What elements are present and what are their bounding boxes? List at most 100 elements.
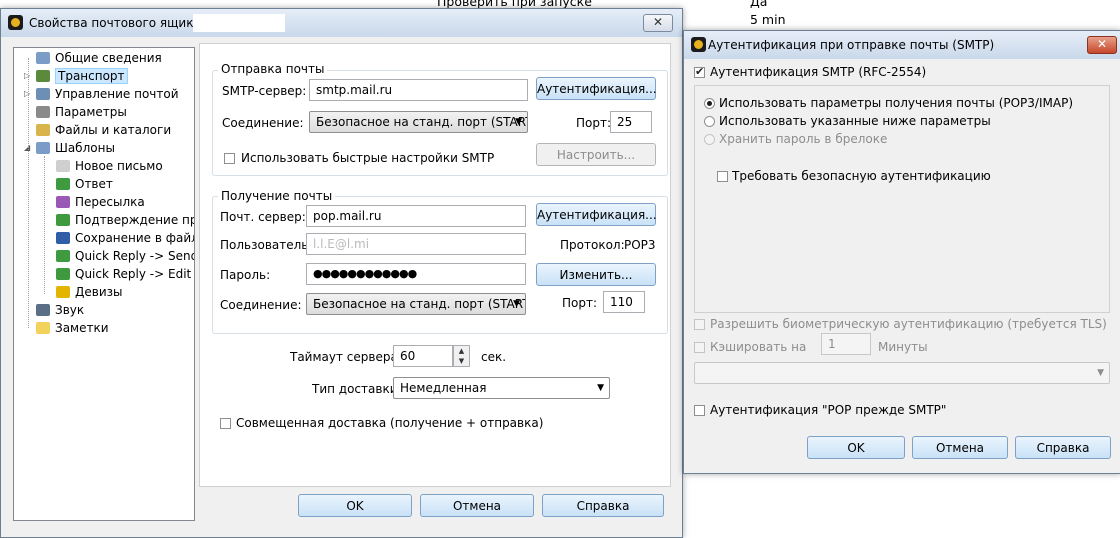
biometric-checkbox[interactable] [694, 319, 705, 330]
receive-connection-value: Безопасное на станд. порт (STARTT [313, 297, 526, 311]
tree-item[interactable]: Пересылка [56, 193, 145, 211]
auth-titlebar: Аутентификация при отправке почты (SMTP)… [684, 31, 1120, 59]
smtp-auth-button[interactable]: Аутентификация... [536, 77, 657, 100]
mail-server-input[interactable]: pop.mail.ru [306, 205, 526, 227]
chevron-down-icon: ▼ [513, 299, 520, 309]
new-letter-icon [56, 160, 70, 172]
tree-item[interactable]: Девизы [56, 283, 122, 301]
use-receive-params-label: Использовать параметры получения почты (… [719, 96, 1073, 110]
cancel-button[interactable]: Отмена [420, 494, 534, 517]
templates-icon [36, 142, 50, 154]
settings-tree: Общие сведения ▷ Транспорт ▷ Управление почт… [13, 47, 195, 521]
password-label: Пароль: [220, 268, 271, 282]
cache-checkbox[interactable] [694, 342, 705, 353]
user-input[interactable]: l.l.E@l.mi [306, 233, 526, 255]
tree-item[interactable]: Подтверждение проч [56, 211, 194, 229]
receive-port-input[interactable]: 110 [603, 291, 645, 313]
tree-item-label: Шаблоны [55, 141, 115, 155]
smtp-auth-checkbox[interactable] [694, 65, 705, 78]
receipt-icon [56, 214, 70, 226]
tree-item-label: Сохранение в файл [75, 231, 195, 245]
send-port-input[interactable]: 25 [610, 111, 652, 133]
change-password-button[interactable]: Изменить... [536, 263, 656, 286]
tree-item[interactable]: Параметры [36, 103, 127, 121]
smtp-server-input[interactable]: smtp.mail.ru [309, 79, 528, 101]
info-icon [36, 52, 50, 64]
biometric-label: Разрешить биометрическую аутентификацию … [710, 317, 1107, 331]
tree-item[interactable]: Транспорт [36, 67, 128, 85]
auth-title: Аутентификация при отправке почты (SMTP) [708, 38, 995, 52]
tree-item[interactable]: Ответ [56, 175, 113, 193]
quick-reply-edit-icon [56, 268, 70, 280]
secure-auth-checkbox[interactable] [717, 171, 728, 182]
tree-item-label: Новое письмо [75, 159, 163, 173]
quick-smtp-checkbox[interactable] [224, 153, 235, 164]
use-custom-params-radio[interactable] [704, 116, 715, 127]
tree-item-label: Заметки [55, 321, 109, 335]
store-in-keychain-label: Хранить пароль в брелоке [719, 132, 888, 146]
tree-item-label: Транспорт [55, 68, 128, 84]
timeout-input[interactable]: 60 [393, 345, 453, 367]
ok-button[interactable]: OK [298, 494, 412, 517]
tree-item[interactable]: Заметки [36, 319, 109, 337]
quick-smtp-label: Использовать быстрые настройки SMTP [241, 151, 495, 165]
cache-select[interactable]: ▼ [694, 362, 1110, 384]
help-button[interactable]: Справка [1015, 436, 1111, 459]
pop-before-smtp-checkbox[interactable] [694, 405, 705, 416]
tree-item-label: Ответ [75, 177, 113, 191]
mailbox-name-redacted [193, 14, 285, 32]
receive-connection-select[interactable]: Безопасное на станд. порт (STARTT ▼ [306, 293, 526, 315]
tree-item-label: Управление почтой [55, 87, 179, 101]
combined-delivery-label: Совмещенная доставка (получение + отправ… [236, 416, 544, 430]
password-input[interactable]: ●●●●●●●●●●●● [306, 263, 526, 285]
receive-connection-label: Соединение: [220, 298, 302, 312]
ok-button[interactable]: OK [807, 436, 905, 459]
tree-item-label: Quick Reply -> Edit [75, 267, 192, 281]
tree-item-label: Файлы и каталоги [55, 123, 172, 137]
tree-item[interactable]: Звук [36, 301, 84, 319]
store-in-keychain-radio[interactable] [704, 134, 715, 145]
reply-icon [56, 178, 70, 190]
spin-up-icon[interactable]: ▲ [454, 346, 469, 356]
tree-item[interactable]: Управление почтой [36, 85, 179, 103]
tree-item[interactable]: Новое письмо [56, 157, 163, 175]
pop-before-smtp-label: Аутентификация "POP прежде SMTP" [710, 403, 947, 417]
send-connection-value: Безопасное на станд. порт (STARTT [316, 115, 528, 129]
combined-delivery-checkbox[interactable] [220, 418, 231, 429]
tree-item[interactable]: Сохранение в файл [56, 229, 195, 247]
mail-server-label: Почт. сервер: [220, 210, 306, 224]
protocol-value: POP3 [624, 238, 656, 252]
tree-item[interactable]: Файлы и каталоги [36, 121, 171, 139]
cache-minutes-input[interactable]: 1 [821, 333, 871, 355]
close-button[interactable]: ✕ [1087, 36, 1117, 54]
timeout-label: Таймаут сервера: [290, 350, 402, 364]
user-label: Пользователь: [220, 238, 313, 252]
cache-unit: Минуты [878, 340, 928, 354]
cancel-button[interactable]: Отмена [912, 436, 1008, 459]
forward-icon [56, 196, 70, 208]
configure-button[interactable]: Настроить... [536, 143, 656, 166]
timeout-spinner[interactable]: ▲ ▼ [453, 345, 470, 367]
pop-auth-button[interactable]: Аутентификация... [536, 203, 657, 226]
smtp-auth-label: Аутентификация SMTP (RFC-2554) [710, 65, 927, 79]
delivery-type-select[interactable]: Немедленная ▼ [393, 377, 610, 399]
spin-down-icon[interactable]: ▼ [454, 356, 469, 366]
main-title: Свойства почтового ящика - [29, 16, 209, 30]
help-button[interactable]: Справка [542, 494, 664, 517]
notes-icon [36, 322, 50, 334]
mottos-icon [56, 286, 70, 298]
background-row-value: Да [750, 0, 768, 9]
quick-reply-send-icon [56, 250, 70, 262]
tree-item[interactable]: Quick Reply -> Send [56, 247, 195, 265]
secure-auth-label: Требовать безопасную аутентификацию [732, 169, 991, 183]
tree-item[interactable]: Шаблоны [36, 139, 115, 157]
tree-item-label: Quick Reply -> Send [75, 249, 195, 263]
send-connection-select[interactable]: Безопасное на станд. порт (STARTT ▼ [309, 111, 528, 133]
cache-label: Кэшировать на [710, 340, 807, 354]
tree-item[interactable]: Общие сведения [36, 49, 162, 67]
close-button[interactable]: ✕ [643, 14, 673, 32]
tree-item[interactable]: Quick Reply -> Edit [56, 265, 191, 283]
mailbox-properties-dialog: Свойства почтового ящика - ✕ Общие сведе… [0, 8, 683, 538]
transport-icon [36, 70, 50, 82]
use-receive-params-radio[interactable] [704, 98, 715, 109]
